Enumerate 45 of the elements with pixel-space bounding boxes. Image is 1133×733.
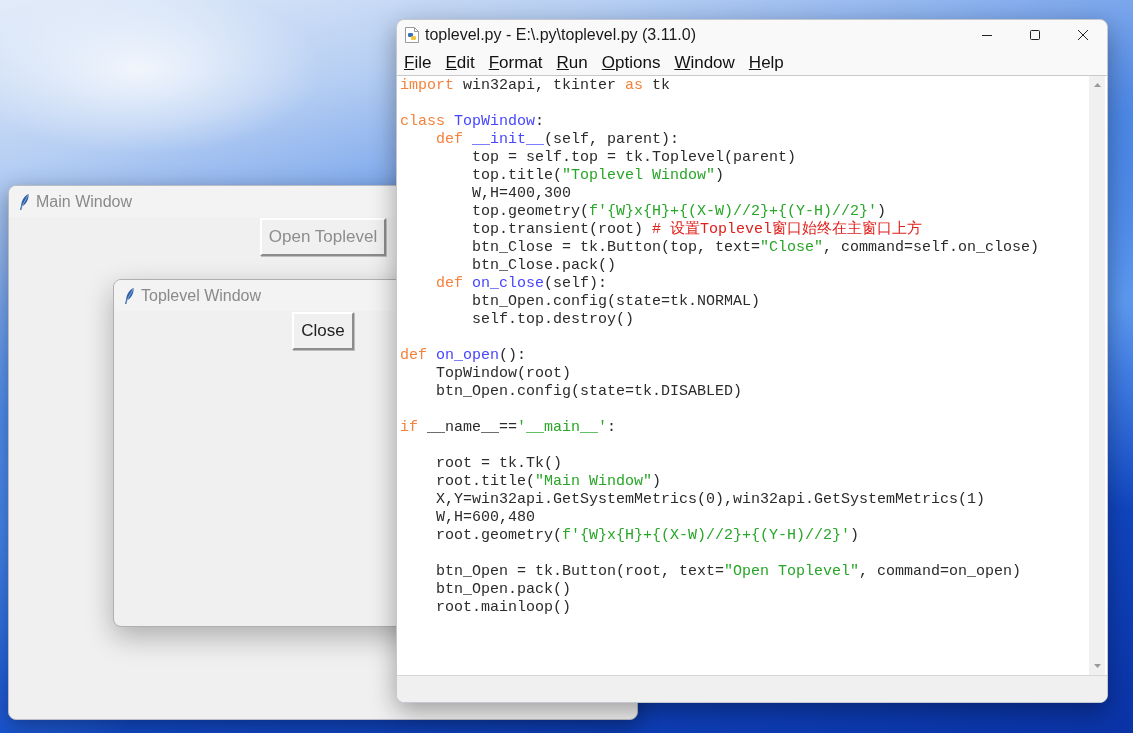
code-line: def __init__(self, parent): [436,131,680,149]
menu-item[interactable]: Help [748,52,784,73]
code-line: import win32api, tkinter as tk [400,77,671,95]
code-line: class TopWindow: [400,113,545,131]
menu-item[interactable]: File [404,52,432,73]
code-line: def on_open(): [400,347,527,365]
code-line: root = tk.Tk() [436,455,563,473]
code-line: top = self.top = tk.Toplevel(parent) [472,149,797,167]
code-line: btn_Open = tk.Button(root, text="Open Toplevel", command=on_open) [436,563,1022,581]
menu-item[interactable]: Window [674,52,735,73]
up-arrow-icon [1093,83,1101,87]
code-line: btn_Close = tk.Button(top, text="Close", command=self.on_close) [472,239,1040,257]
feather-icon [20,193,29,210]
code-line: btn_Open.config(state=tk.DISABLED) [436,383,743,401]
code-line: btn_Close.pack() [472,257,617,275]
menu-item[interactable]: Edit [445,52,475,73]
window-title: Main Window [36,192,133,211]
code-line: def on_close(self): [436,275,608,293]
window-title: Toplevel Window [141,286,262,305]
code-line: top.geometry(f'{W}x{H}+{(X-W)//2}+{(Y-H)//2}') [472,203,887,220]
window-title: toplevel.py - E:\.py\toplevel.py (3.11.0) [425,26,697,44]
menu-item[interactable]: Run [556,52,588,73]
code-line: top.transient(root) # 设置Toplevel窗口始终在主窗口上方 [472,221,923,239]
code-line: TopWindow(root) [436,365,572,383]
down-arrow-icon [1093,664,1101,668]
menu-item[interactable]: Options [601,52,661,73]
code-line: btn_Open.config(state=tk.NORMAL) [472,293,761,311]
python-file-icon [405,27,419,43]
minimize-icon [982,34,992,36]
code-line: root.geometry(f'{W}x{H}+{(X-W)//2}+{(Y-H)//2}') [436,527,860,545]
maximize-icon [1030,30,1040,40]
feather-icon [125,287,134,304]
code-line: top.title("Toplevel Window") [472,167,725,185]
close-icon [1078,30,1088,40]
code-line: W,H=400,300 [472,185,572,203]
code-line: root.title("Main Window") [436,473,662,491]
vertical-scrollbar[interactable] [1089,76,1105,675]
code-line: btn_Open.pack() [436,581,572,599]
code-line: self.top.destroy() [472,311,635,329]
code-line: X,Y=win32api.GetSystemMetrics(0),win32api.GetSystemMetrics(1) [436,491,986,509]
close-dialog-button[interactable]: Close [292,312,354,350]
code-line: if __name__=='__main__': [400,419,617,437]
code-line: W,H=600,480 [436,509,536,527]
code-line: root.mainloop() [436,599,572,617]
menu-item[interactable]: Format [488,52,543,73]
